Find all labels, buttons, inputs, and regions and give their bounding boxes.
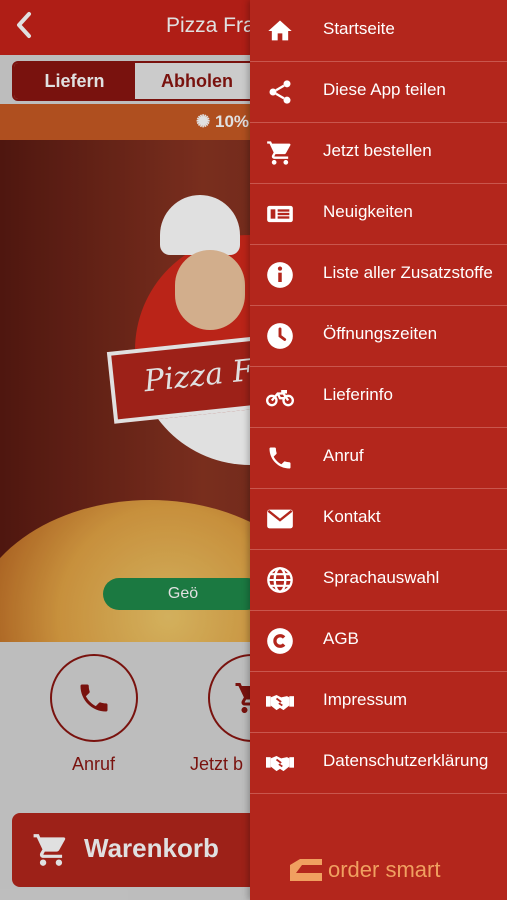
- motorbike-icon: [266, 390, 294, 407]
- brand-text: order smart: [328, 857, 441, 882]
- clock-icon: [267, 323, 293, 349]
- mail-icon: [267, 509, 293, 529]
- drawer-item-label: Jetzt bestellen: [323, 141, 432, 160]
- drawer-item-lieferinfo[interactable]: Lieferinfo: [250, 366, 507, 428]
- home-icon: [268, 20, 292, 41]
- drawer-item-label: Startseite: [323, 19, 395, 38]
- drawer-item-impressum[interactable]: Impressum: [250, 671, 507, 733]
- drawer-item-label: Diese App teilen: [323, 80, 446, 99]
- drawer-item-label: Sprachauswahl: [323, 568, 440, 587]
- drawer-item-startseite[interactable]: Startseite: [250, 0, 507, 62]
- drawer-item-label: Öffnungszeiten: [323, 324, 438, 343]
- drawer-item-label: Neuigkeiten: [323, 202, 413, 221]
- cart-icon: [267, 141, 291, 165]
- drawer-item-zusatzstoffe[interactable]: Liste aller Zusatzstoffe: [250, 244, 507, 306]
- drawer-item-label: Liste aller Zusatzstoffe: [323, 263, 493, 282]
- navigation-drawer: Startseite Diese App teilen Jetzt bestel…: [250, 0, 507, 900]
- news-icon: [267, 205, 293, 223]
- drawer-item-agb[interactable]: AGB: [250, 610, 507, 672]
- drawer-item-teilen[interactable]: Diese App teilen: [250, 61, 507, 123]
- drawer-item-bestellen[interactable]: Jetzt bestellen: [250, 122, 507, 184]
- drawer-item-oeffnungszeiten[interactable]: Öffnungszeiten: [250, 305, 507, 367]
- copyright-icon: [267, 628, 293, 654]
- drawer-item-label: AGB: [323, 629, 359, 648]
- drawer-item-label: Lieferinfo: [323, 385, 393, 404]
- drawer-item-neuigkeiten[interactable]: Neuigkeiten: [250, 183, 507, 245]
- share-icon: [269, 80, 291, 104]
- drawer-item-label: Impressum: [323, 690, 408, 709]
- globe-icon: [267, 567, 293, 593]
- drawer-item-sprachauswahl[interactable]: Sprachauswahl: [250, 549, 507, 611]
- phone-icon: [269, 447, 291, 469]
- handshake-icon: [266, 756, 294, 772]
- drawer-item-kontakt[interactable]: Kontakt: [250, 488, 507, 550]
- info-icon: [267, 262, 293, 288]
- drawer-item-label: Datenschutzerklärung: [323, 751, 489, 770]
- drawer-item-anruf[interactable]: Anruf: [250, 427, 507, 489]
- order-smart-icon: [290, 859, 322, 881]
- handshake-icon: [266, 695, 294, 711]
- drawer-item-label: Anruf: [323, 446, 364, 465]
- drawer-item-label: Kontakt: [323, 507, 381, 526]
- drawer-item-datenschutz[interactable]: Datenschutzerklärung: [250, 732, 507, 794]
